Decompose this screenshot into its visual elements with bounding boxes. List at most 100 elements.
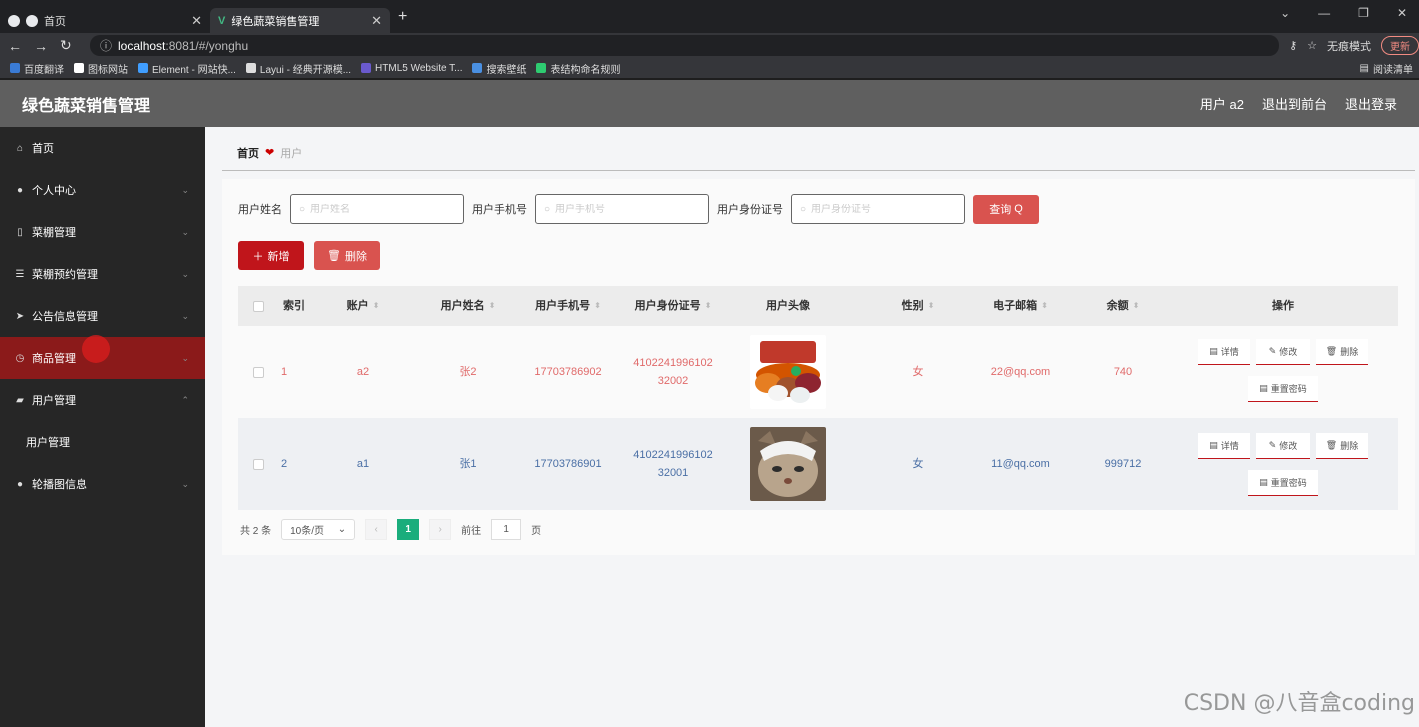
page-number[interactable]: 1 xyxy=(397,519,420,540)
new-tab-icon[interactable]: + xyxy=(398,8,407,26)
url-field[interactable]: ⓘ localhost :8081/#/yonghu xyxy=(90,35,1280,56)
goto-label: 前往 xyxy=(461,526,482,537)
app-header: 绿色蔬菜销售管理 用户 a2 退出到前台 退出登录 xyxy=(0,80,1419,127)
bookmark-item[interactable]: 搜索壁纸 xyxy=(472,61,526,76)
close-tab-icon[interactable]: ✕ xyxy=(371,13,382,29)
sidebar-item-carousel[interactable]: ● 轮播图信息 ⌄ xyxy=(0,463,205,505)
prev-page-button[interactable]: ‹ xyxy=(365,519,388,540)
tab-label: 首页 xyxy=(44,15,66,28)
name-label: 用户姓名 xyxy=(238,204,282,216)
page-suffix: 页 xyxy=(531,526,542,537)
app-title: 绿色蔬菜销售管理 xyxy=(22,97,151,115)
select-all-checkbox[interactable] xyxy=(252,300,264,312)
search-icon: ○ xyxy=(544,203,551,215)
sidebar: ⌂ 首页 ● 个人中心 ⌄ ▯ 菜棚管理 ⌄ ☰ 菜棚预约管理 ⌄ ➤ 公告信息管理 ⌄ ◷ 商品管… xyxy=(0,127,205,727)
batch-delete-button[interactable]: 🗑 删除 xyxy=(314,241,380,270)
breadcrumb-current: 用户 xyxy=(280,147,303,160)
reading-list[interactable]: ▤ 阅读清单 xyxy=(1360,61,1413,76)
search-icon: ○ xyxy=(299,203,306,215)
sidebar-item-home[interactable]: ⌂ 首页 xyxy=(0,127,205,169)
browser-tab-active[interactable]: V 绿色蔬菜销售管理 ✕ xyxy=(210,8,390,33)
reset-password-button[interactable]: ▤ 重置密码 xyxy=(1248,470,1318,496)
sidebar-item-users[interactable]: ▰ 用户管理 ⌃ xyxy=(0,379,205,421)
back-to-front-link[interactable]: 退出到前台 xyxy=(1262,94,1327,113)
mobile-icon: ▯ xyxy=(17,226,23,238)
sidebar-item-notice[interactable]: ➤ 公告信息管理 ⌄ xyxy=(0,295,205,337)
pencil-icon: ✎ xyxy=(1268,440,1277,450)
page-size-select[interactable]: 10条/页 ⌄ xyxy=(281,519,356,540)
minimize-icon[interactable]: — xyxy=(1318,6,1330,20)
bookmark-item[interactable]: 表结构命名规则 xyxy=(536,61,620,76)
col-idcard[interactable]: 用户身份证号 ⬍ xyxy=(623,286,723,326)
back-icon[interactable]: ← xyxy=(8,38,26,54)
breadcrumb: 首页 ❤ 用户 xyxy=(222,135,1415,171)
chevron-down-icon: ⌄ xyxy=(181,310,189,321)
col-account[interactable]: 账户 ⬍ xyxy=(328,286,398,326)
next-page-button[interactable]: › xyxy=(429,519,452,540)
query-button[interactable]: 查询 Q xyxy=(973,194,1039,224)
detail-button[interactable]: ▤ 详情 xyxy=(1198,339,1250,365)
bookmarks-bar: 百度翻译 图标网站 Element - 网站快... Layui - 经典开源模… xyxy=(0,58,1419,78)
phone-search-input[interactable] xyxy=(555,203,696,215)
row-checkbox[interactable] xyxy=(252,458,264,470)
delete-button[interactable]: 🗑 删除 xyxy=(1316,433,1368,459)
table-row: 1 a2 张2 17703786902 410224199610232002 xyxy=(238,326,1398,418)
incognito-label[interactable]: 无痕模式 xyxy=(1327,38,1371,54)
edit-button[interactable]: ✎ 修改 xyxy=(1256,433,1310,459)
breadcrumb-home[interactable]: 首页 xyxy=(237,145,259,161)
sidebar-item-reservation[interactable]: ☰ 菜棚预约管理 ⌄ xyxy=(0,253,205,295)
col-email[interactable]: 电子邮箱 ⬍ xyxy=(978,286,1063,326)
phone-search-field[interactable]: ○ xyxy=(535,194,709,224)
bookmark-item[interactable]: Layui - 经典开源模... xyxy=(245,61,351,76)
add-button[interactable]: ＋新增 xyxy=(238,241,304,270)
sort-icon: ⬍ xyxy=(1041,301,1048,310)
cell-avatar xyxy=(748,418,828,510)
row-checkbox[interactable] xyxy=(252,366,264,378)
detail-button[interactable]: ▤ 详情 xyxy=(1198,433,1250,459)
bookmark-item[interactable]: 图标网站 xyxy=(74,61,128,76)
col-index: 索引 xyxy=(283,300,305,312)
bookmark-icon xyxy=(138,63,148,73)
logout-link[interactable]: 退出登录 xyxy=(1345,94,1397,113)
bookmark-item[interactable]: HTML5 Website T... xyxy=(361,63,462,74)
document-icon: ▤ xyxy=(1259,383,1268,393)
name-search-field[interactable]: ○ xyxy=(290,194,464,224)
idcard-search-input[interactable] xyxy=(811,203,952,215)
col-name[interactable]: 用户姓名 ⬍ xyxy=(428,286,508,326)
cell-idcard: 4102241996102 32002 xyxy=(633,357,713,387)
edit-button[interactable]: ✎ 修改 xyxy=(1256,339,1310,365)
key-icon[interactable]: ⚷ xyxy=(1289,39,1297,52)
col-phone[interactable]: 用户手机号 ⬍ xyxy=(523,286,613,326)
bookmark-item[interactable]: Element - 网站快... xyxy=(138,61,236,76)
col-gender[interactable]: 性别 ⬍ xyxy=(883,286,953,326)
sidebar-item-greenhouse[interactable]: ▯ 菜棚管理 ⌄ xyxy=(0,211,205,253)
tab-label: 绿色蔬菜销售管理 xyxy=(231,15,320,28)
bookmark-item[interactable]: 百度翻译 xyxy=(10,61,64,76)
document-icon: ▤ xyxy=(1259,477,1268,487)
name-search-input[interactable] xyxy=(310,203,451,215)
delete-button[interactable]: 🗑 删除 xyxy=(1316,339,1368,365)
table-header: 索引 账户 ⬍ 用户姓名 ⬍ 用户手机号 ⬍ 用户身份证号 ⬍ 用户头像 性别 ⬍ 电子邮… xyxy=(238,286,1398,326)
idcard-search-field[interactable]: ○ xyxy=(791,194,965,224)
tab-search-icon[interactable]: ⌄ xyxy=(1280,6,1290,20)
col-balance[interactable]: 余额 ⬍ xyxy=(1088,286,1158,326)
restore-icon[interactable]: ❐ xyxy=(1358,6,1369,20)
update-button[interactable]: 更新 xyxy=(1381,36,1419,55)
table-row: 2 a1 张1 17703786901 410224199610232001 xyxy=(238,418,1398,510)
person-icon: ● xyxy=(16,184,24,196)
sort-icon: ⬍ xyxy=(1132,301,1140,310)
forward-icon[interactable]: → xyxy=(34,38,52,54)
close-tab-icon[interactable]: ✕ xyxy=(191,13,202,29)
star-icon[interactable]: ☆ xyxy=(1307,39,1317,52)
sort-icon: ⬍ xyxy=(488,301,496,310)
browser-tab-home[interactable]: 首页 ✕ xyxy=(0,8,210,33)
reset-password-button[interactable]: ▤ 重置密码 xyxy=(1248,376,1318,402)
sort-icon: ⬍ xyxy=(927,301,935,310)
sidebar-subitem-users[interactable]: 用户管理 xyxy=(0,421,205,463)
chevron-down-icon: ⌄ xyxy=(181,352,189,363)
close-window-icon[interactable]: ✕ xyxy=(1397,6,1407,20)
reload-icon[interactable]: ↻ xyxy=(60,37,78,54)
goto-page-input[interactable]: 1 xyxy=(491,519,522,540)
avatar-food-image xyxy=(750,335,826,409)
sidebar-item-profile[interactable]: ● 个人中心 ⌄ xyxy=(0,169,205,211)
